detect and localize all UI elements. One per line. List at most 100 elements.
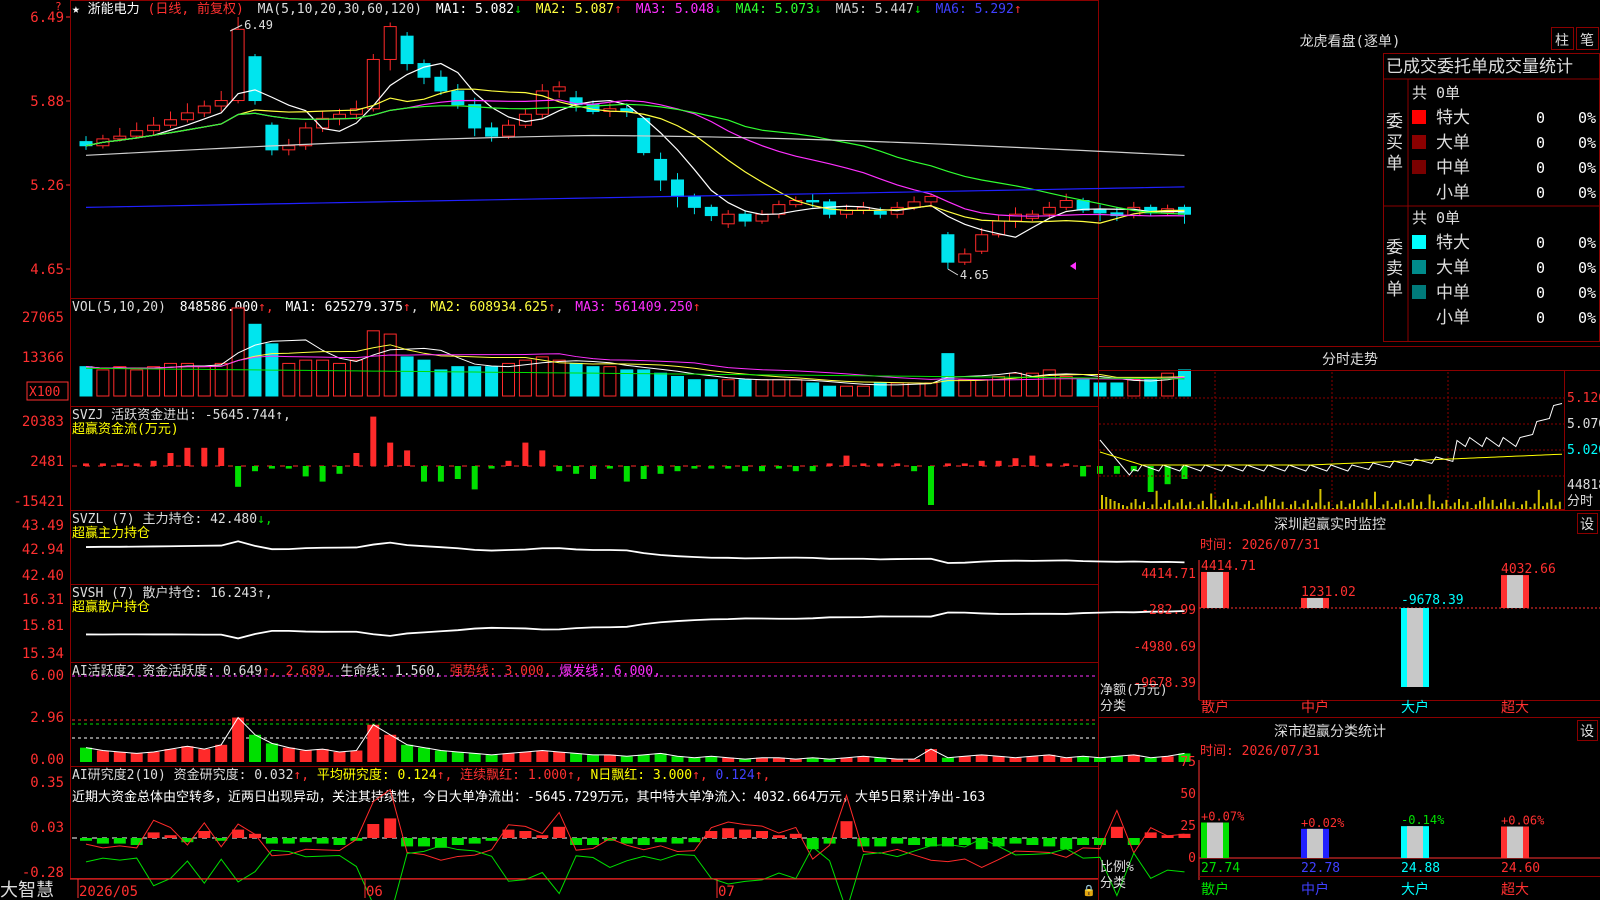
flow-bar [539,450,546,466]
candle-body [502,124,515,137]
volume-bar [840,385,853,397]
flow-bar [1113,466,1120,474]
intraday-vol-bar [1483,497,1486,509]
svg-text:分时: 分时 [1567,494,1593,509]
order-count: 0 [1536,134,1545,152]
volume-bar [1093,382,1107,397]
volume-bar [417,359,431,397]
flow-bar [606,466,613,469]
flow-bar [302,466,309,477]
candle-body [654,158,668,181]
intraday-vol-bar [1420,501,1423,509]
svg-text:6.00: 6.00 [30,668,64,684]
net-bar-inner-3 [1507,575,1523,608]
research-bar [823,838,836,844]
ratio-value-3: 24.60 [1501,861,1540,876]
volume-bar [147,366,161,397]
lock-icon[interactable]: 🔒 [1082,884,1096,897]
volume-bar [349,359,363,397]
intraday-vol-bar [1277,505,1280,509]
volume-bar [214,362,228,397]
panel-frames [70,0,1099,900]
research-bar [891,838,904,844]
flow-bar [116,463,123,466]
intraday-vol-bar [1147,508,1150,509]
intraday-vol-bar [1130,502,1133,509]
candle-body [806,200,820,203]
research-bar [536,835,549,838]
bar-mode-label: 柱 [1555,33,1569,49]
activity-bar [80,747,92,762]
order-percent: 0% [1578,134,1596,152]
intraday-vol-bar [1185,505,1187,509]
svsh-title: SVSH (7) 散户持仓: 16.243↑, [72,585,273,601]
research-bar [113,838,126,844]
intraday-vol-bar [1533,503,1536,509]
ratio-bar-inner-3 [1507,826,1523,858]
activity-bar [130,753,143,762]
flow-bar [1063,463,1070,466]
ratio-value-1: 22.78 [1301,861,1340,876]
order-type: 特大 [1436,233,1470,253]
intraday-vol-bar [1382,504,1385,509]
flow-bar [83,463,89,466]
fenshi-title: 分时走势 [1322,352,1378,368]
svzl-title: SVZL (7) 主力持仓: 42.480↓, [72,512,273,527]
ai1-title: AI活跃度2 资金活跃度: 0.649↑, 2.689, 生命线: 1.560,… [72,663,661,679]
volume-bar [434,369,448,397]
order-type: 小单 [1436,308,1470,328]
volume-bar [721,379,735,397]
activity-bar [96,750,109,762]
intraday-vol-bar [1487,503,1490,509]
research-bar [840,821,853,838]
intraday-vol-bar [1311,506,1313,509]
volume-bar [1009,372,1022,397]
activity-bar [249,734,261,762]
retail-holding-line [85,610,1185,640]
volume-bar [164,362,177,397]
ratio-value-0: 27.74 [1201,861,1240,876]
intraday-vol-bar [1151,504,1154,509]
candle-body [721,213,735,225]
research-bar [299,838,312,843]
svg-text:2026/05: 2026/05 [79,884,138,900]
vol-axis: 27065 13366 [22,310,64,366]
sz-unit: 净额(万元) [1100,683,1168,698]
stock-chart-canvas[interactable]: ★ 浙能电力 (日线, 前复权) MA(5,10,20,30,60,120) M… [0,0,1600,900]
flow-bar [742,466,749,472]
research-bar [80,838,92,841]
flow-bar [674,466,681,472]
intraday-vol-bar [1143,501,1145,509]
net-bar-label-0: 4414.71 [1201,559,1256,574]
volume-bar [96,369,110,397]
intraday-vol-bar [1344,507,1347,509]
volume-bar [1127,379,1141,397]
svg-text:-15421: -15421 [13,494,64,510]
intraday-vol-bar [1290,504,1292,509]
order-type: 中单 [1436,283,1470,303]
intraday-vol-bar [1395,503,1397,509]
candle-body [738,213,752,222]
intraday-vol-bar [1500,502,1502,509]
order-swatch [1412,285,1426,299]
ratio-bar-inner-0 [1207,822,1223,858]
flow-bar [387,442,394,466]
order-percent: 0% [1578,184,1596,202]
order-count: 0 [1536,259,1545,277]
intraday-vol-bar [1315,502,1318,509]
volume-bar [1059,375,1073,397]
sm-time: 时间: 2026/07/31 [1200,744,1320,759]
intraday-vol-bar [1159,507,1162,509]
candlestick-area[interactable] [79,17,1191,276]
volume-bar [113,366,127,397]
intraday-vol-bar [1227,499,1229,509]
sm-settings-label: 设 [1580,724,1594,740]
svzj-axis: 20383 2481 -15421 [13,414,64,510]
research-bar [705,831,718,838]
research-bar [587,838,599,845]
flow-bar [792,466,799,472]
fenshi-axis: 5.120 5.070 5.020 44818 分时 [1567,391,1600,509]
research-bar [722,828,735,838]
svg-text:13366: 13366 [22,350,64,366]
ma-line-6 [85,186,1185,208]
